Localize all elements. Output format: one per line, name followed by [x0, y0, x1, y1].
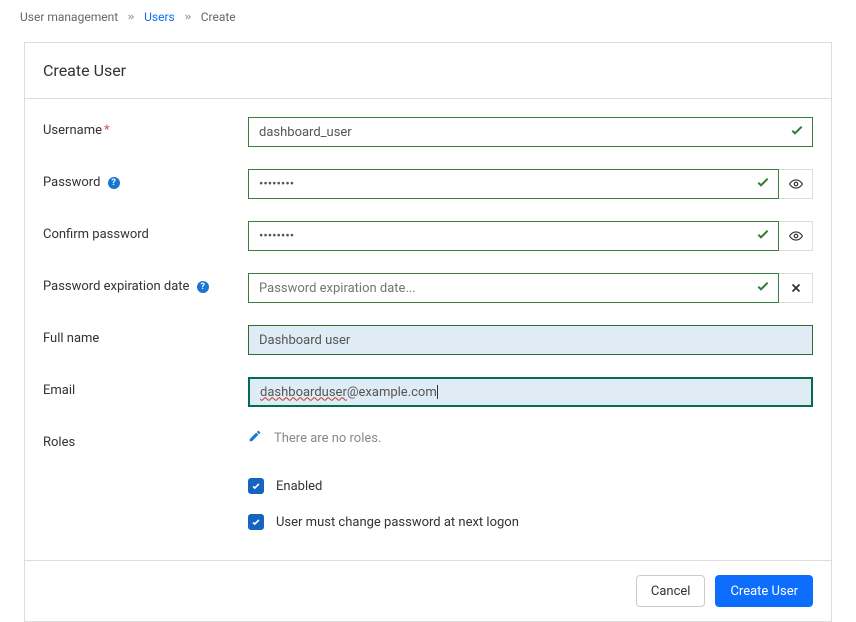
x-icon — [789, 281, 803, 295]
change-password-checkbox[interactable] — [248, 514, 264, 530]
breadcrumb-current: Create — [201, 10, 236, 24]
change-password-label: User must change password at next logon — [276, 515, 519, 530]
panel-header: Create User — [25, 43, 831, 99]
expiration-input[interactable] — [248, 273, 779, 303]
username-row: Username* — [43, 117, 813, 147]
change-password-checkbox-row: User must change password at next logon — [43, 514, 813, 530]
toggle-password-visibility-button[interactable] — [779, 169, 813, 199]
confirm-password-row: Confirm password — [43, 221, 813, 251]
full-name-row: Full name — [43, 325, 813, 355]
breadcrumb-root: User management — [20, 10, 118, 24]
create-user-panel: Create User Username* Password ? — [24, 42, 832, 622]
username-input[interactable] — [248, 117, 813, 147]
help-icon[interactable]: ? — [108, 177, 120, 189]
breadcrumb: User management Users Create — [0, 0, 856, 34]
email-label: Email — [43, 377, 248, 398]
confirm-password-label: Confirm password — [43, 221, 248, 242]
email-row: Email dashboarduser@example.com — [43, 377, 813, 407]
create-user-button[interactable]: Create User — [715, 575, 813, 607]
panel-title: Create User — [43, 61, 813, 80]
expiration-label: Password expiration date ? — [43, 273, 248, 294]
username-label: Username* — [43, 117, 248, 138]
eye-icon — [789, 229, 803, 243]
pencil-icon — [248, 429, 262, 443]
full-name-label: Full name — [43, 325, 248, 346]
enabled-label: Enabled — [276, 479, 322, 494]
required-star-icon: * — [104, 123, 110, 138]
full-name-input[interactable] — [248, 325, 813, 355]
cancel-button[interactable]: Cancel — [636, 575, 706, 607]
chevron-icon — [127, 13, 135, 24]
breadcrumb-users-link[interactable]: Users — [144, 10, 175, 24]
enabled-checkbox[interactable] — [248, 478, 264, 494]
clear-expiration-button[interactable] — [779, 273, 813, 303]
panel-body: Username* Password ? — [25, 99, 831, 560]
password-label: Password ? — [43, 169, 248, 190]
help-icon[interactable]: ? — [197, 281, 209, 293]
eye-icon — [789, 177, 803, 191]
enabled-checkbox-row: Enabled — [43, 478, 813, 494]
edit-roles-button[interactable] — [248, 429, 262, 447]
toggle-confirm-password-visibility-button[interactable] — [779, 221, 813, 251]
password-row: Password ? — [43, 169, 813, 199]
chevron-icon — [184, 13, 192, 24]
roles-row: Roles There are no roles. — [43, 429, 813, 450]
expiration-row: Password expiration date ? — [43, 273, 813, 303]
check-icon — [251, 481, 261, 491]
roles-empty-text: There are no roles. — [274, 431, 381, 446]
confirm-password-input[interactable] — [248, 221, 779, 251]
email-input[interactable]: dashboarduser@example.com — [248, 377, 813, 407]
panel-footer: Cancel Create User — [25, 560, 831, 621]
password-input[interactable] — [248, 169, 779, 199]
roles-label: Roles — [43, 429, 248, 450]
check-icon — [251, 517, 261, 527]
